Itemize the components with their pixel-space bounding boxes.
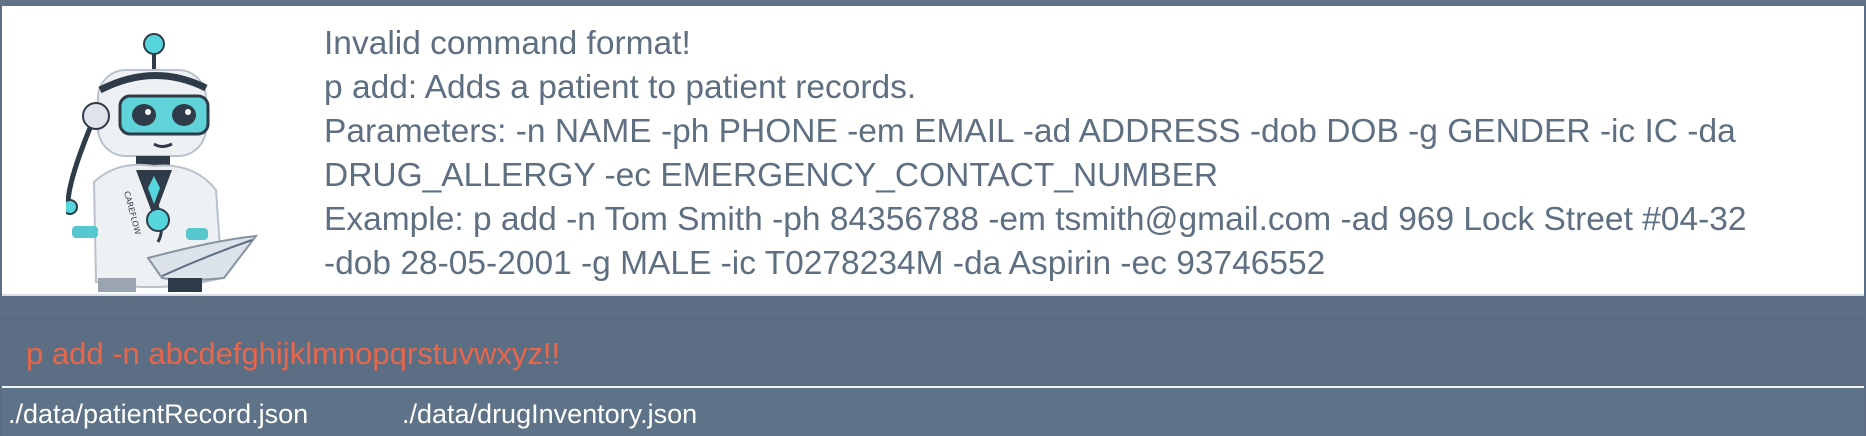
panel-divider (2, 318, 1864, 319)
command-box[interactable]: p add -n abcdefghijklmnopqrstuvwxyz!! (2, 320, 1864, 386)
careflow-main-window: CAREFLOW Invalid command format! p add: … (0, 0, 1866, 436)
result-line-example: Example: p add -n Tom Smith -ph 84356788… (324, 201, 1747, 238)
result-display-panel: CAREFLOW Invalid command format! p add: … (2, 6, 1864, 296)
result-line-parameters-cont: DRUG_ALLERGY -ec EMERGENCY_CONTACT_NUMBE… (324, 157, 1219, 194)
drug-inventory-path: ./data/drugInventory.json (402, 399, 698, 429)
result-line-description: p add: Adds a patient to patient records… (324, 69, 917, 106)
result-line-error: Invalid command format! (324, 25, 691, 62)
status-bar: ./data/patientRecord.json ./data/drugInv… (2, 388, 1864, 436)
result-message: Invalid command format! p add: Adds a pa… (324, 22, 1844, 286)
result-line-parameters: Parameters: -n NAME -ph PHONE -em EMAIL … (324, 113, 1736, 150)
result-line-example-cont: -dob 28-05-2001 -g MALE -ic T0278234M -d… (324, 245, 1326, 282)
patient-record-path: ./data/patientRecord.json (8, 399, 309, 429)
command-input[interactable]: p add -n abcdefghijklmnopqrstuvwxyz!! (26, 334, 1826, 374)
doctor-robot-icon: CAREFLOW (66, 33, 259, 292)
